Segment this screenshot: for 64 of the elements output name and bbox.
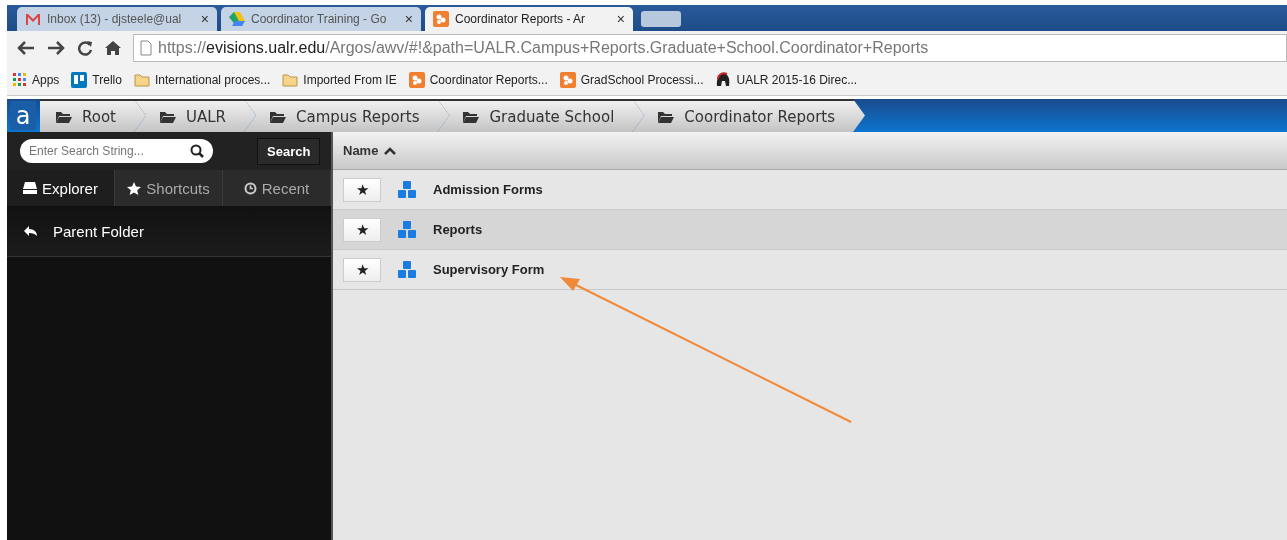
home-icon[interactable] bbox=[105, 40, 121, 56]
url-text: https://evisions.ualr.edu/Argos/awv/#!&path=UALR.Campus+Reports.Graduate+School.Coordinator+Reports bbox=[158, 39, 929, 57]
report-name: Supervisory Form bbox=[433, 262, 545, 277]
bookmark[interactable]: Trello bbox=[71, 72, 122, 88]
close-button[interactable]: × bbox=[200, 11, 209, 27]
bookmark[interactable]: Coordinator Reports... bbox=[408, 72, 548, 88]
browser-tab[interactable]: Coordinator Reports - Ar × bbox=[425, 7, 633, 31]
bookmark[interactable]: Imported From IE bbox=[282, 73, 397, 87]
star-icon bbox=[127, 181, 142, 195]
browser-tab[interactable]: Inbox (13) - djsteele@ual × bbox=[17, 7, 217, 31]
shortcut-button[interactable]: ★ bbox=[343, 177, 381, 202]
shortcut-button[interactable]: ★ bbox=[343, 217, 381, 242]
cubes-icon bbox=[397, 180, 417, 199]
close-button[interactable]: × bbox=[404, 11, 413, 27]
search-field[interactable]: Enter Search String... bbox=[20, 139, 213, 163]
column-header[interactable]: Name bbox=[333, 132, 1287, 170]
address-bar[interactable]: https://evisions.ualr.edu/Argos/awv/#!&path=UALR.Campus+Reports.Graduate+School.Coordinator+Reports bbox=[133, 34, 1287, 62]
tab-title: Inbox (13) - djsteele@ual bbox=[47, 12, 183, 26]
bookmark[interactable]: International proces... bbox=[133, 73, 271, 87]
drive-icon bbox=[23, 182, 38, 194]
breadcrumb[interactable]: Campus Reports bbox=[244, 99, 450, 132]
sidebar-tab[interactable]: Explorer bbox=[7, 170, 115, 206]
folder-icon bbox=[133, 73, 150, 87]
cubes-icon bbox=[397, 220, 417, 239]
folder-icon bbox=[56, 110, 72, 123]
page-icon bbox=[140, 40, 152, 56]
back-icon[interactable] bbox=[17, 40, 35, 56]
report-name: Admission Forms bbox=[433, 182, 543, 197]
app-icon bbox=[408, 72, 425, 88]
breadcrumb[interactable]: Root bbox=[40, 99, 146, 132]
app-logo[interactable]: a bbox=[10, 101, 36, 130]
folder-icon bbox=[160, 110, 176, 123]
report-name: Reports bbox=[433, 222, 483, 237]
close-button[interactable]: × bbox=[616, 11, 625, 27]
app-icon bbox=[433, 11, 449, 27]
folder-icon bbox=[463, 110, 480, 123]
folder-icon bbox=[282, 73, 299, 87]
breadcrumb[interactable]: Coordinator Reports bbox=[632, 99, 865, 132]
browser-tab[interactable]: Coordinator Training - Go × bbox=[221, 7, 421, 31]
reload-icon[interactable] bbox=[77, 40, 93, 56]
mail-icon bbox=[25, 13, 41, 25]
reply-arrow-icon bbox=[23, 225, 37, 237]
breadcrumb[interactable]: Graduate School bbox=[437, 99, 645, 132]
board-icon bbox=[71, 72, 88, 88]
bookmark[interactable]: Apps bbox=[13, 73, 60, 87]
table-row[interactable]: ★ Supervisory Form bbox=[333, 250, 1287, 290]
helmet-icon bbox=[715, 72, 732, 88]
folder-icon bbox=[658, 110, 675, 123]
folder-icon bbox=[270, 110, 286, 123]
app-icon bbox=[559, 72, 576, 88]
bookmark[interactable]: GradSchool Processi... bbox=[559, 72, 704, 88]
bookmark[interactable]: UALR 2015-16 Direc... bbox=[715, 72, 858, 88]
tab-title: Coordinator Training - Go bbox=[251, 12, 388, 26]
grid-icon bbox=[13, 73, 27, 87]
shortcut-button[interactable]: ★ bbox=[343, 257, 381, 282]
clock-icon bbox=[243, 181, 257, 195]
cubes-icon bbox=[397, 260, 417, 279]
search-icon bbox=[190, 144, 204, 158]
forward-icon[interactable] bbox=[47, 40, 65, 56]
table-row[interactable]: ★ Reports bbox=[333, 210, 1287, 250]
triangle-icon bbox=[229, 12, 245, 26]
caret-up-icon bbox=[384, 146, 397, 155]
tab-title: Coordinator Reports - Ar bbox=[455, 12, 587, 26]
search-button[interactable]: Search bbox=[257, 137, 321, 165]
